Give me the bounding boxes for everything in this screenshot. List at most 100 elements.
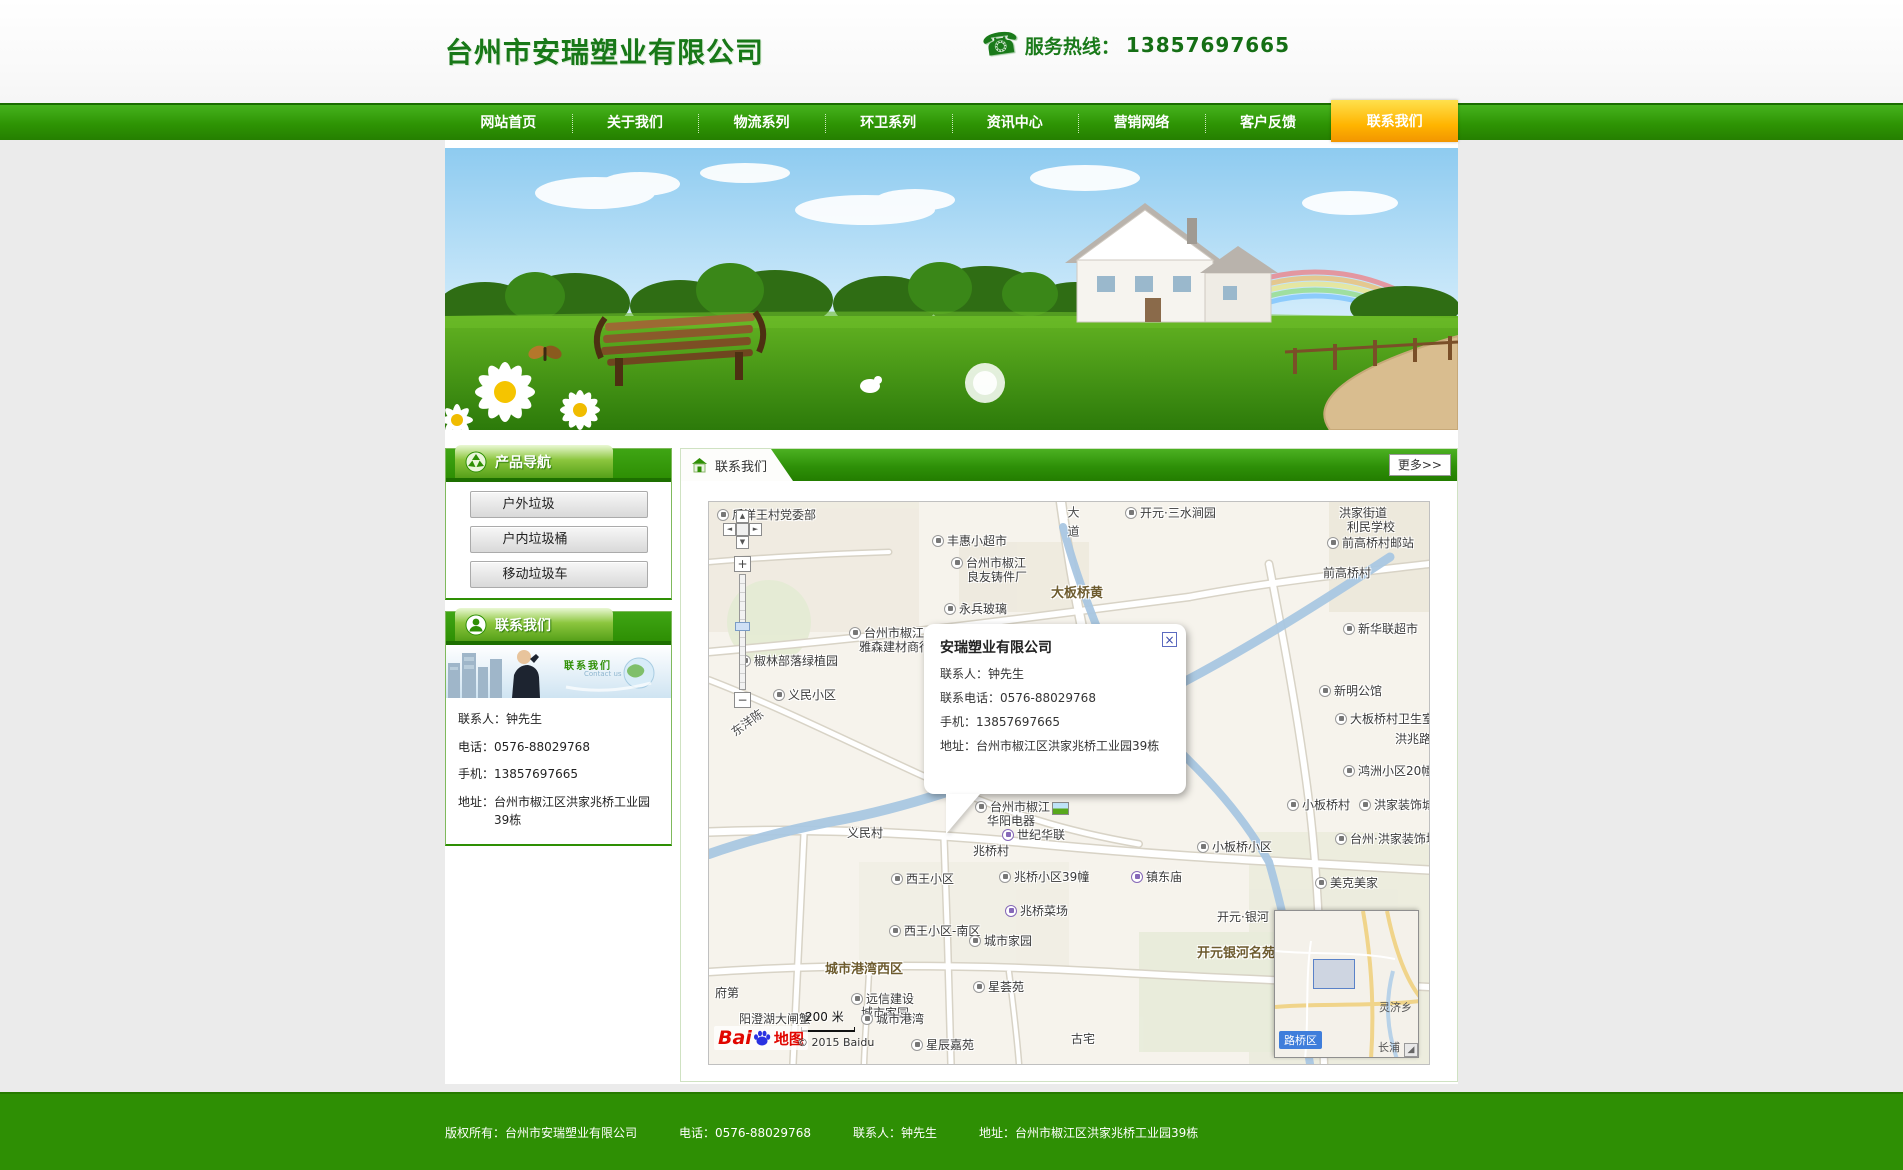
recycle-icon [465, 451, 487, 473]
map-label: 洪兆路 [1395, 730, 1430, 747]
contact-mobile: 手机：13857697665 [458, 765, 661, 784]
poi-icon [1359, 799, 1371, 811]
contact-person: 联系人：钟先生 [458, 710, 661, 729]
zoom-in-button[interactable]: + [734, 556, 751, 572]
map-label: 前高桥村邮站 [1327, 534, 1414, 551]
contact-phone: 电话：0576-88029768 [458, 738, 661, 757]
map-label: 丰惠小超市 [932, 532, 1007, 549]
contact-tab-icon [691, 457, 708, 473]
product-button-outdoor-trash[interactable]: 户外垃圾 [470, 491, 648, 518]
service-hotline: ☎ 服务热线： 13857697665 [982, 30, 1290, 60]
footer-contact-person: 联系人：钟先生 [853, 1124, 937, 1141]
map-label: 镇东庙 [1131, 868, 1182, 885]
nav-item-sanitation[interactable]: 环卫系列 [825, 105, 952, 142]
poi-icon [1327, 537, 1339, 549]
map-scale-bar [801, 1027, 855, 1032]
person-icon [465, 614, 487, 636]
map-label: 城市家园 [969, 932, 1032, 949]
pan-left-button[interactable]: ◄ [723, 523, 736, 536]
map-label: 美克美家 [1315, 874, 1378, 891]
company-logo-text: 台州市安瑞塑业有限公司 [445, 31, 764, 71]
minimap-area-label: 灵济乡 [1379, 999, 1412, 1015]
nav-item-logistics[interactable]: 物流系列 [698, 105, 825, 142]
pan-up-button[interactable]: ▲ [736, 510, 749, 523]
baidu-map[interactable]: 后洋王村党委部洪家街道利民学校开元·三水涧园大道丰惠小超市前高桥村邮站台州市椒江… [708, 501, 1430, 1065]
zoom-slider-handle[interactable] [735, 622, 750, 631]
popup-company-title: 安瑞塑业有限公司 [940, 637, 1172, 657]
minimap-viewport-rect[interactable] [1313, 959, 1355, 989]
map-label: 古宅 [1071, 1030, 1095, 1047]
poi-icon [973, 981, 985, 993]
poi-icon [891, 873, 903, 885]
map-label: 雅森建材商行 [859, 638, 931, 655]
product-button-mobile-cart[interactable]: 移动垃圾车 [470, 561, 648, 588]
map-label: 小板桥小区 [1197, 838, 1272, 855]
sidebar: 产品导航 户外垃圾 户内垃圾桶 移动垃圾车 [445, 448, 672, 857]
map-label: 前高桥村 [1323, 564, 1371, 581]
poi-icon [1335, 713, 1347, 725]
map-label: 鸿洲小区20幢 [1343, 762, 1430, 779]
map-label: 开元·三水涧园 [1125, 504, 1216, 521]
nav-item-marketing[interactable]: 营销网络 [1078, 105, 1205, 142]
product-nav-box: 产品导航 户外垃圾 户内垃圾桶 移动垃圾车 [445, 448, 672, 600]
more-button[interactable]: 更多>> [1389, 454, 1451, 476]
phone-icon: ☎ [980, 28, 1021, 63]
page-content: 产品导航 户外垃圾 户内垃圾桶 移动垃圾车 [445, 140, 1458, 1084]
zoom-slider-track[interactable] [739, 574, 746, 690]
hotline-label: 服务热线： [1025, 32, 1120, 59]
map-label: 兆桥村 [973, 842, 1009, 859]
poi-icon [1002, 829, 1014, 841]
popup-contact-phone: 联系电话：0576-88029768 [940, 689, 1172, 706]
contact-address: 地址：台州市椒江区洪家兆桥工业园39栋 [458, 793, 661, 830]
popup-tail [946, 794, 980, 834]
banner-illustration [445, 148, 1458, 430]
poi-icon [911, 1039, 923, 1051]
poi-icon [1287, 799, 1299, 811]
zoom-out-button[interactable]: − [734, 692, 751, 708]
nav-item-home[interactable]: 网站首页 [445, 105, 572, 142]
main-nav: 网站首页 关于我们 物流系列 环卫系列 资讯中心 营销网络 客户反馈 联系我们 [0, 103, 1903, 140]
poi-icon [861, 1013, 873, 1025]
map-label: 椒林部落绿植园 [739, 652, 838, 669]
popup-close-icon[interactable]: × [1162, 632, 1177, 647]
map-label: 府第 [715, 984, 739, 1001]
product-nav-title: 产品导航 [495, 452, 551, 472]
map-marker-thumb[interactable] [1052, 802, 1069, 815]
product-button-indoor-bin[interactable]: 户内垃圾桶 [470, 526, 648, 553]
pan-center-button[interactable] [736, 523, 749, 536]
pan-right-button[interactable]: ► [749, 523, 762, 536]
map-label: 西王小区-南区 [889, 922, 980, 939]
map-info-popup: × 安瑞塑业有限公司 联系人：钟先生 联系电话：0576-88029768 手机… [924, 624, 1186, 794]
poi-icon [1005, 905, 1017, 917]
banner-image [445, 148, 1458, 430]
contact-box-title: 联系我们 [495, 615, 551, 635]
nav-item-feedback[interactable]: 客户反馈 [1205, 105, 1332, 142]
baidu-paw-icon [752, 1028, 772, 1048]
map-scale-label: 200 米 [805, 1010, 844, 1024]
map-label: 开元·银河 [1217, 908, 1269, 925]
minimap-toggle-icon[interactable]: ◢ [1404, 1043, 1418, 1057]
hotline-number: 13857697665 [1126, 33, 1290, 57]
map-label: 城市港湾 [861, 1010, 924, 1027]
map-scale: 200 米 [801, 1008, 855, 1032]
popup-contact-person: 联系人：钟先生 [940, 665, 1172, 682]
poi-icon [773, 689, 785, 701]
map-label: 开元银河名苑 [1197, 942, 1275, 961]
poi-icon [1343, 765, 1355, 777]
poi-icon [889, 925, 901, 937]
map-label: 小板桥村 [1287, 796, 1350, 813]
footer-copyright: 版权所有：台州市安瑞塑业有限公司 [445, 1124, 637, 1141]
nav-item-news[interactable]: 资讯中心 [952, 105, 1079, 142]
map-label: 兆桥小区39幢 [999, 868, 1089, 885]
nav-item-about[interactable]: 关于我们 [572, 105, 699, 142]
map-label: 良友铸件厂 [967, 568, 1027, 585]
poi-icon [1335, 833, 1347, 845]
map-label: 义民村 [847, 824, 883, 841]
product-nav-header: 产品导航 [446, 449, 671, 482]
nav-item-contact[interactable]: 联系我们 [1331, 100, 1458, 142]
overview-minimap[interactable]: 路桥区 灵济乡 长浦 ◢ [1274, 910, 1419, 1058]
pan-down-button[interactable]: ▼ [736, 536, 749, 549]
poi-icon [1343, 623, 1355, 635]
baidu-logo[interactable]: Bai 地图 [714, 1026, 808, 1050]
popup-contact-address: 地址：台州市椒江区洪家兆桥工业园39栋 [940, 737, 1172, 754]
